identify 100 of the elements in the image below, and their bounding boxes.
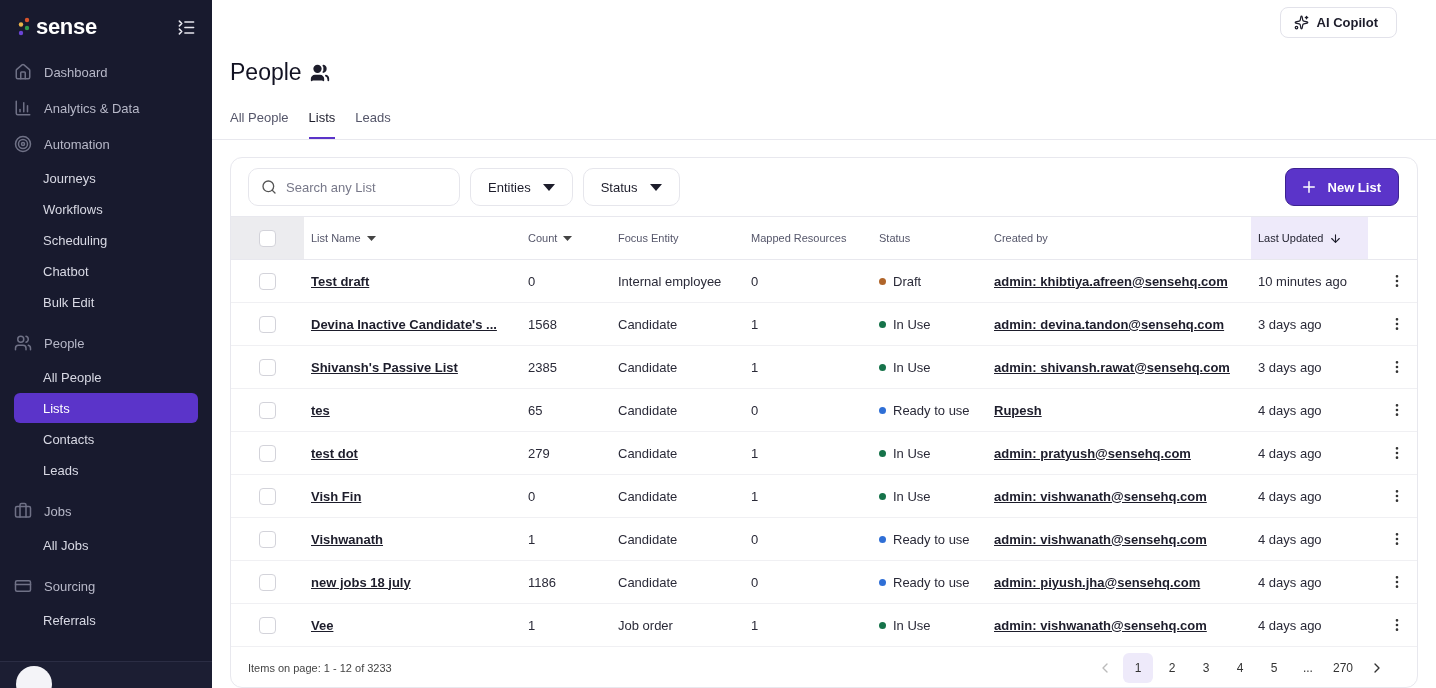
column-header[interactable]: Count <box>521 217 611 259</box>
count-cell-text: 279 <box>527 444 551 463</box>
nav-section[interactable]: Sourcing <box>14 568 198 604</box>
created-by-link[interactable]: admin: khibtiya.afreen@sensehq.com <box>994 273 1228 289</box>
nav-item[interactable]: Leads <box>14 455 198 485</box>
column-header[interactable]: List Name <box>304 217 521 259</box>
bar-chart-icon <box>14 99 32 117</box>
status-text: In Use <box>893 359 931 375</box>
nav-item[interactable]: Lists <box>14 393 198 423</box>
row-checkbox[interactable] <box>259 573 276 591</box>
tab[interactable]: Leads <box>355 102 391 139</box>
last-updated-cell-text: 4 days ago <box>1257 616 1323 635</box>
search-field[interactable]: Search any List <box>248 168 460 206</box>
page-button[interactable]: 270 <box>1326 652 1359 683</box>
status-text: Ready to use <box>893 574 970 590</box>
created-by-link[interactable]: admin: vishwanath@sensehq.com <box>994 531 1207 547</box>
mapped-resources-cell-text: 1 <box>750 315 760 334</box>
status-text: In Use <box>893 617 931 633</box>
count-cell-text: 1568 <box>527 315 558 334</box>
status-text: Ready to use <box>893 402 970 418</box>
nav-item[interactable]: Referrals <box>14 605 198 635</box>
row-checkbox[interactable] <box>259 487 276 505</box>
collapse-menu-icon[interactable] <box>177 17 196 37</box>
row-checkbox[interactable] <box>259 530 276 548</box>
nav-item[interactable]: All People <box>14 362 198 392</box>
sparkle-icon <box>1293 15 1309 30</box>
column-header[interactable]: Last Updated <box>1251 217 1368 259</box>
nav-item[interactable]: Workflows <box>14 194 198 224</box>
mapped-resources-cell-text: 1 <box>750 444 760 463</box>
list-name-link[interactable]: Devina Inactive Candidate's ... <box>311 316 497 332</box>
count-cell-text: 65 <box>527 401 544 420</box>
status-text: In Use <box>893 316 931 332</box>
column-header[interactable]: Created by <box>987 217 1251 259</box>
mapped-resources-cell-text: 0 <box>750 573 760 592</box>
created-by-link[interactable]: admin: shivansh.rawat@sensehq.com <box>994 359 1230 375</box>
count-cell-text: 1 <box>527 530 537 549</box>
created-by-link[interactable]: admin: vishwanath@sensehq.com <box>994 617 1207 633</box>
tab[interactable]: All People <box>230 102 289 139</box>
nav-section[interactable]: Dashboard <box>14 54 198 90</box>
last-updated-cell-text: 4 days ago <box>1257 530 1323 549</box>
page-button[interactable]: 1 <box>1122 652 1153 683</box>
nav-section[interactable]: Automation <box>14 126 198 162</box>
last-updated-cell-text: 3 days ago <box>1257 315 1323 334</box>
mapped-resources-cell-text: 1 <box>750 616 760 635</box>
focus-entity-cell-text: Candidate <box>617 530 679 549</box>
list-name-link[interactable]: Test draft <box>311 273 370 289</box>
page-button[interactable]: 2 <box>1156 652 1187 683</box>
column-header[interactable]: Focus Entity <box>611 217 744 259</box>
row-checkbox[interactable] <box>259 444 276 462</box>
row-checkbox[interactable] <box>259 315 276 333</box>
count-cell-text: 1186 <box>527 573 557 592</box>
nav-item[interactable]: All Jobs <box>14 530 198 560</box>
new-list-button[interactable]: New List <box>1284 168 1399 206</box>
caret-icon <box>563 235 573 241</box>
created-by-link[interactable]: admin: piyush.jha@sensehq.com <box>994 574 1201 590</box>
status-text: Ready to use <box>893 531 970 547</box>
created-by-link[interactable]: Rupesh <box>994 402 1042 418</box>
nav-section[interactable]: Analytics & Data <box>14 90 198 126</box>
nav-item[interactable]: Chatbot <box>14 256 198 286</box>
row-checkbox[interactable] <box>259 358 276 376</box>
created-by-link[interactable]: admin: vishwanath@sensehq.com <box>994 488 1207 504</box>
focus-entity-cell-text: Candidate <box>617 573 679 592</box>
nav-item[interactable]: Journeys <box>14 163 198 193</box>
nav-item[interactable]: Bulk Edit <box>14 287 198 317</box>
row-checkbox[interactable] <box>259 616 276 634</box>
sort-arrow-icon <box>1329 231 1343 245</box>
select-all-checkbox[interactable] <box>259 229 276 247</box>
focus-entity-cell-text: Candidate <box>617 487 679 506</box>
card-icon <box>14 577 32 595</box>
list-name-link[interactable]: Vish Fin <box>311 488 362 504</box>
page-button[interactable]: 4 <box>1224 652 1255 683</box>
status-text: In Use <box>893 488 931 504</box>
ai-copilot-button[interactable]: AI Copilot <box>1279 7 1397 38</box>
column-header[interactable]: Mapped Resources <box>744 217 872 259</box>
focus-entity-cell-text: Candidate <box>617 444 679 463</box>
row-checkbox[interactable] <box>259 272 276 290</box>
list-name-link[interactable]: tes <box>311 402 330 418</box>
page-button[interactable]: ... <box>1292 652 1323 683</box>
nav-item[interactable]: Scheduling <box>14 225 198 255</box>
list-name-link[interactable]: new jobs 18 july <box>311 574 411 590</box>
column-header[interactable]: Status <box>872 217 987 259</box>
nav-section[interactable]: People <box>14 325 198 361</box>
nav-item[interactable]: Contacts <box>14 424 198 454</box>
status-text: Draft <box>893 273 922 289</box>
list-name-link[interactable]: test dot <box>311 445 358 461</box>
created-by-link[interactable]: admin: devina.tandon@sensehq.com <box>994 316 1225 332</box>
row-checkbox[interactable] <box>259 401 276 419</box>
list-name-link[interactable]: Vishwanath <box>311 531 383 547</box>
last-updated-cell-text: 4 days ago <box>1257 401 1323 420</box>
filter-dropdown[interactable]: Entities <box>470 168 573 206</box>
nav-section[interactable]: Jobs <box>14 493 198 529</box>
list-name-link[interactable]: Shivansh's Passive List <box>311 359 458 375</box>
logo-icon <box>18 17 30 37</box>
page-button[interactable]: 5 <box>1258 652 1289 683</box>
filter-dropdown[interactable]: Status <box>582 168 680 206</box>
tab[interactable]: Lists <box>308 102 336 139</box>
list-name-link[interactable]: Vee <box>311 617 334 633</box>
created-by-link[interactable]: admin: pratyush@sensehq.com <box>994 445 1191 461</box>
page-button[interactable]: 3 <box>1190 652 1221 683</box>
last-updated-cell-text: 3 days ago <box>1257 358 1323 377</box>
